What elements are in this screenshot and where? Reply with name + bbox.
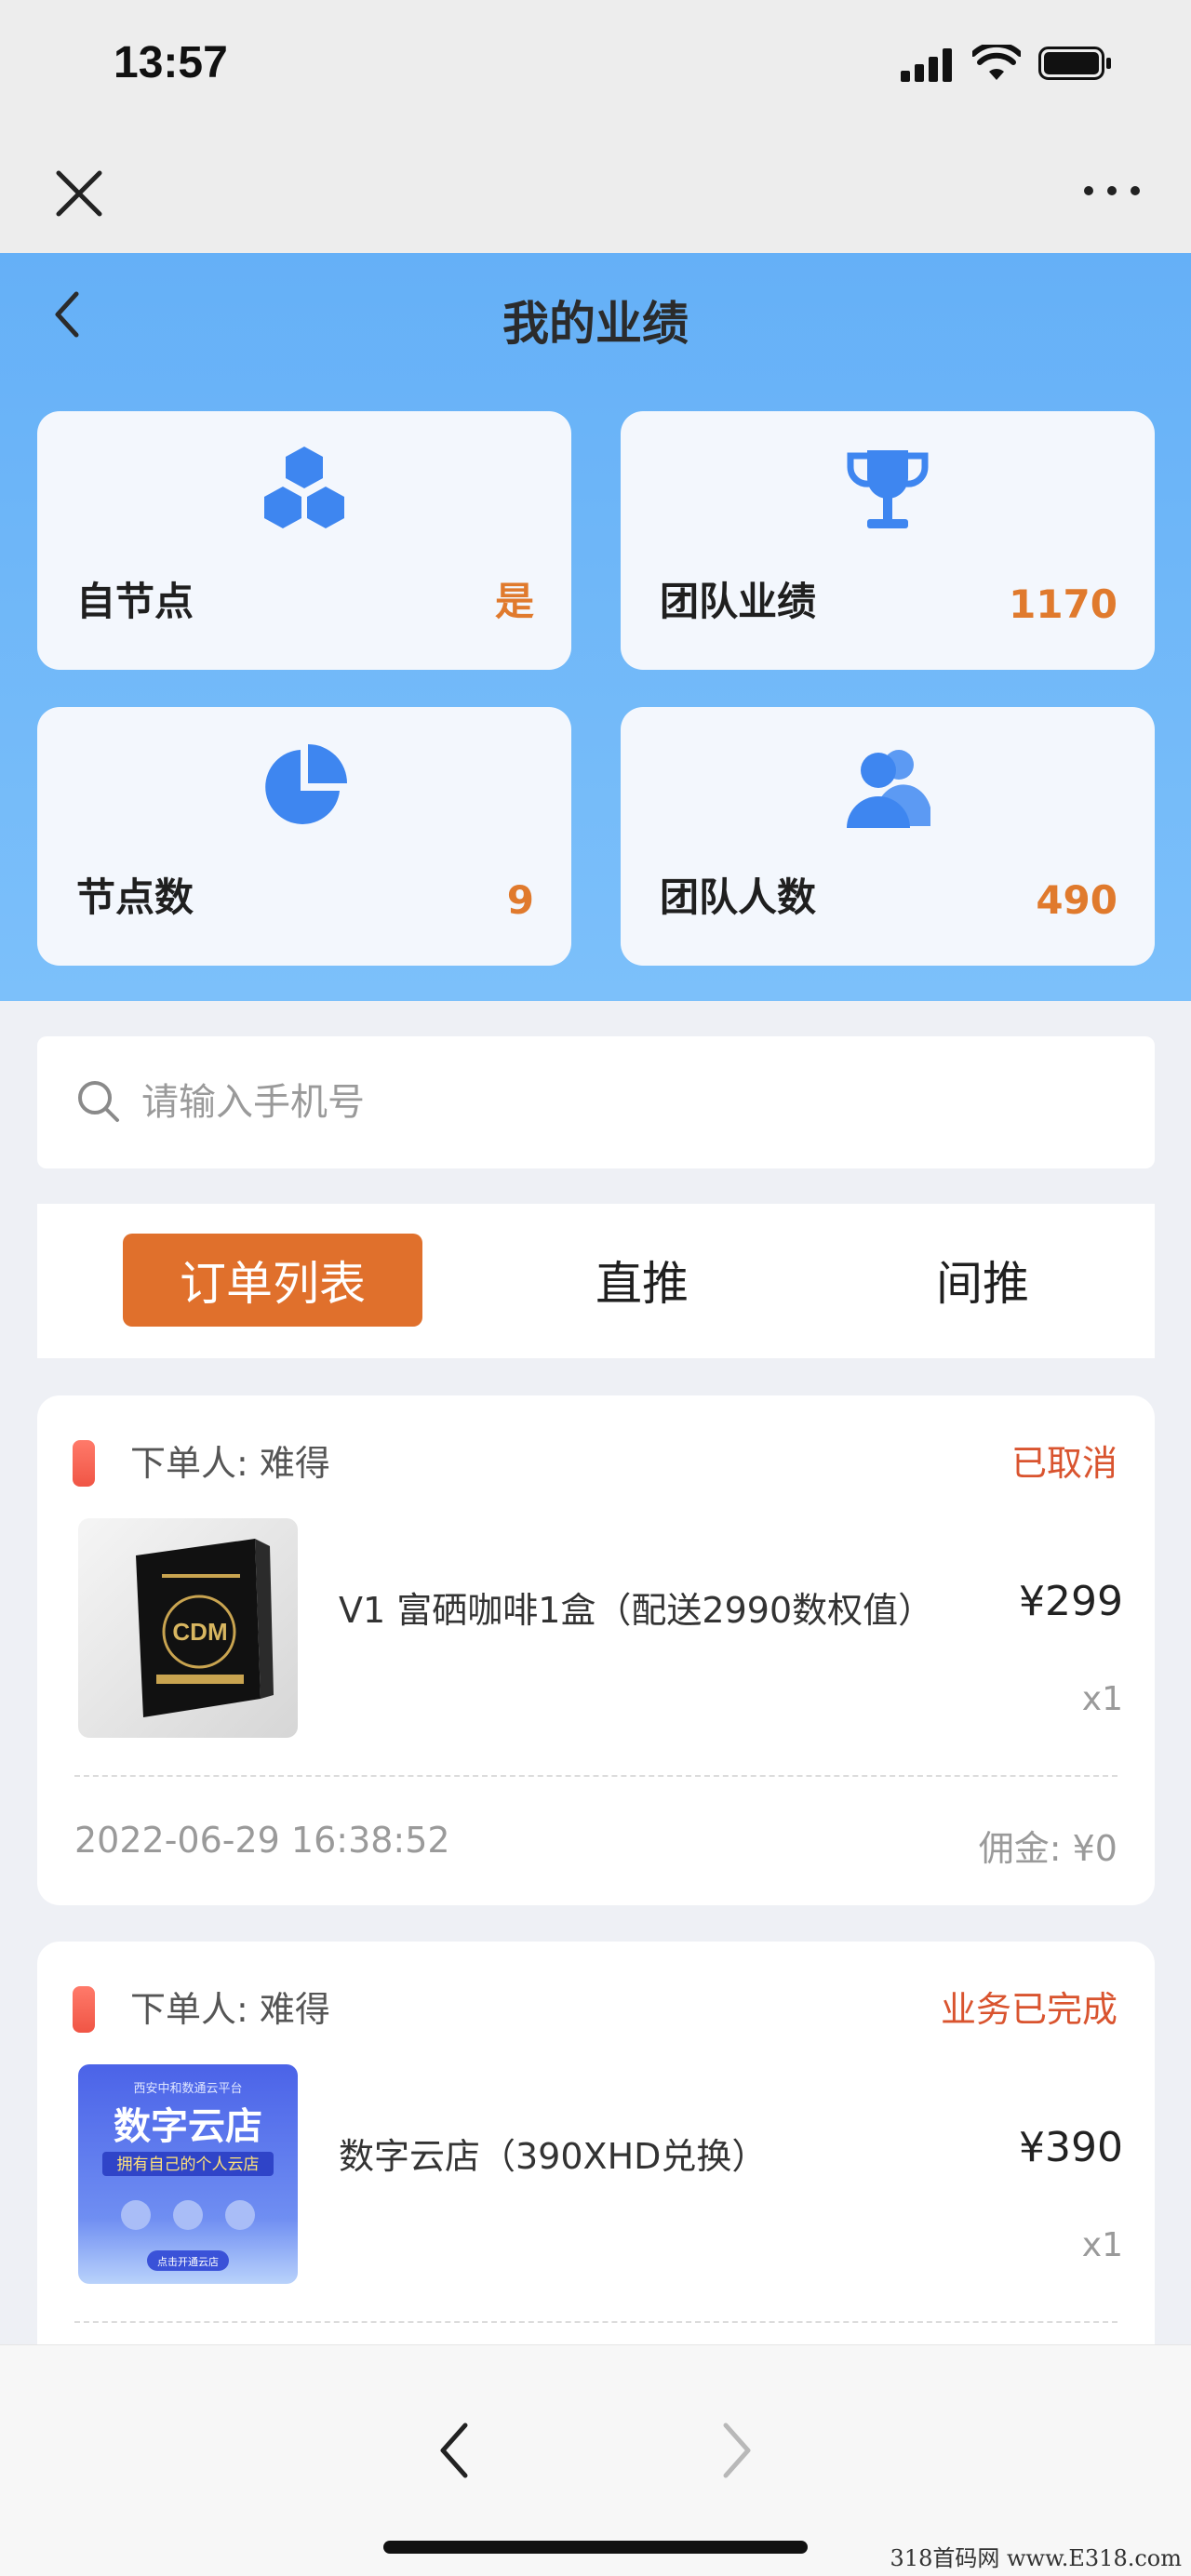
cloud-store-subtitle: 拥有自己的个人云店 <box>117 2156 260 2174</box>
more-icon[interactable] <box>1079 177 1144 205</box>
stat-label: 团队人数 <box>660 874 817 920</box>
stat-label: 自节点 <box>76 579 194 624</box>
stat-card-team-performance: 团队业绩 1170 <box>621 411 1155 670</box>
order-tabs: 订单列表 直推 间推 <box>37 1204 1155 1358</box>
cellular-signal-icon <box>901 48 952 82</box>
wifi-icon <box>972 45 1021 80</box>
product-price: ¥390 <box>1019 2124 1123 2171</box>
stat-value: 1170 <box>1009 581 1117 627</box>
search-icon <box>78 1081 119 1122</box>
order-card[interactable]: 下单人: 难得 已取消 CDM V1 富硒咖啡1盒（配送2990数权值） ¥29… <box>37 1395 1155 1905</box>
coffee-box-logo-text: CDM <box>172 1618 227 1646</box>
hexagon-cluster-icon <box>264 447 344 528</box>
coffee-box-image: CDM <box>136 1539 274 1717</box>
product-name: 数字云店（390XHD兑换） <box>339 2136 768 2177</box>
users-icon <box>847 750 930 828</box>
product-quantity: x1 <box>1081 1680 1123 1718</box>
order-buyer: 下单人: 难得 <box>130 1443 330 1484</box>
product-thumbnail: 西安中和数通云平台 数字云店 拥有自己的个人云店 点击开通云店 <box>78 2064 298 2284</box>
page-title: 我的业绩 <box>502 297 689 351</box>
stat-value: 是 <box>494 579 534 624</box>
status-bar: 13:57 <box>0 0 1191 140</box>
order-tag-bar <box>73 1440 95 1487</box>
cloud-store-image: 西安中和数通云平台 数字云店 拥有自己的个人云店 点击开通云店 <box>102 2082 274 2271</box>
order-status: 已取消 <box>1010 1443 1117 1484</box>
status-time: 13:57 <box>114 38 228 87</box>
stat-card-team-size: 团队人数 490 <box>621 707 1155 966</box>
trophy-icon <box>847 450 929 528</box>
home-indicator <box>383 2541 808 2554</box>
watermark: 318首码网 www.E318.com <box>890 2545 1182 2571</box>
product-price: ¥299 <box>1019 1578 1123 1625</box>
stat-label: 团队业绩 <box>660 579 817 624</box>
tab-direct-referral[interactable]: 直推 <box>540 1234 744 1327</box>
battery-icon <box>1038 47 1111 80</box>
tab-indirect-referral[interactable]: 间推 <box>880 1234 1085 1327</box>
tab-order-list[interactable]: 订单列表 <box>123 1234 422 1327</box>
divider <box>74 1775 1117 1777</box>
phone-search-input[interactable] <box>141 1070 1109 1135</box>
stat-card-self-node: 自节点 是 <box>37 411 571 670</box>
order-buyer: 下单人: 难得 <box>130 1989 330 2030</box>
cloud-store-title: 数字云店 <box>114 2105 262 2148</box>
nav-forward-icon[interactable] <box>718 2418 756 2483</box>
performance-header: 我的业绩 自节点 是 团队业绩 1170 节点数 9 团队人数 490 <box>0 253 1191 1001</box>
browser-bottom-nav: 318首码网 www.E318.com <box>0 2344 1191 2576</box>
pie-chart-icon <box>265 744 347 824</box>
close-icon[interactable] <box>51 166 107 221</box>
mini-program-nav-bar <box>0 140 1191 253</box>
order-date: 2022-06-29 16:38:52 <box>74 1820 450 1861</box>
order-tag-bar <box>73 1986 95 2033</box>
product-thumbnail: CDM <box>78 1518 298 1738</box>
order-status: 业务已完成 <box>940 1989 1117 2030</box>
stat-value: 490 <box>1036 877 1117 923</box>
stat-value: 9 <box>506 877 534 923</box>
order-card[interactable]: 下单人: 难得 业务已完成 西安中和数通云平台 数字云店 拥有自己的个人云店 点… <box>37 1942 1155 2407</box>
stat-card-node-count: 节点数 9 <box>37 707 571 966</box>
cloud-store-small-text: 西安中和数通云平台 <box>133 2082 242 2096</box>
order-commission: 佣金: ¥0 <box>978 1828 1117 1869</box>
phone-search-box[interactable] <box>37 1036 1155 1168</box>
product-name: V1 富硒咖啡1盒（配送2990数权值） <box>339 1590 934 1631</box>
nav-back-icon[interactable] <box>435 2418 473 2483</box>
product-quantity: x1 <box>1081 2226 1123 2264</box>
stat-label: 节点数 <box>76 874 194 920</box>
divider <box>74 2321 1117 2323</box>
cloud-store-button-text: 点击开通云店 <box>157 2255 219 2268</box>
